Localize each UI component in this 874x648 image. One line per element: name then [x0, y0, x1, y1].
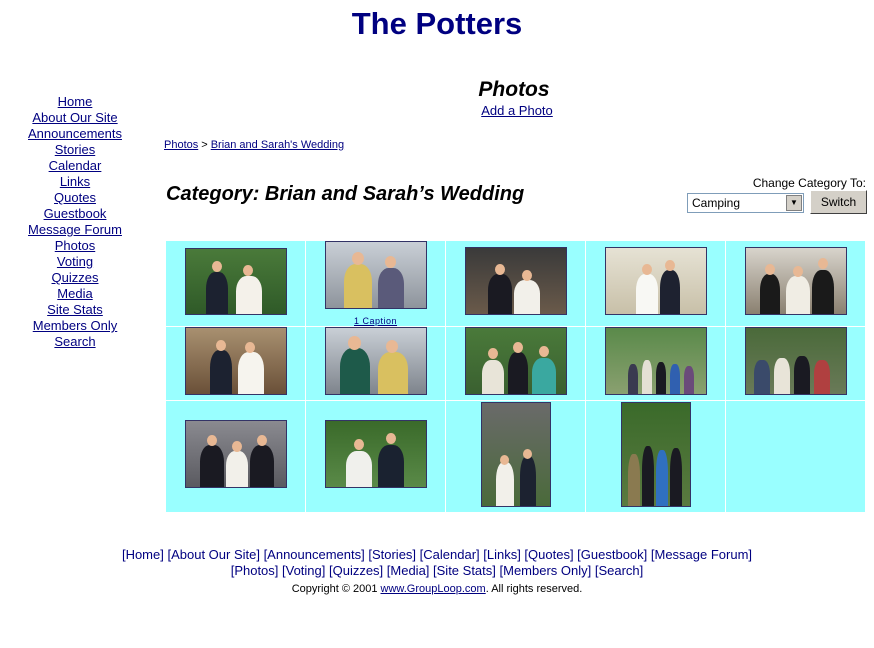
photo-cell [165, 326, 306, 401]
footer-nav-line-2[interactable]: [Photos] [Voting] [Quizzes] [Media] [Sit… [0, 563, 874, 579]
sidebar-item-stories[interactable]: Stories [14, 142, 136, 158]
switch-button[interactable]: Switch [810, 190, 867, 214]
photo-thumbnail[interactable] [744, 247, 847, 315]
category-select[interactable]: Camping ▼ [687, 193, 804, 213]
photo-thumbnail[interactable] [480, 401, 551, 507]
photo-thumbnail[interactable] [464, 247, 567, 315]
photo-cell [305, 326, 446, 401]
sidebar-item-photos[interactable]: Photos [14, 238, 136, 254]
footer-nav: [Home] [About Our Site] [Announcements] … [0, 547, 874, 579]
sidebar-item-site-stats[interactable]: Site Stats [14, 302, 136, 318]
sidebar-item-voting[interactable]: Voting [14, 254, 136, 270]
page-title: Photos [478, 78, 550, 101]
site-title: The Potters [351, 6, 523, 41]
breadcrumb: Photos > Brian and Sarah's Wedding [164, 139, 344, 151]
sidebar-item-guestbook[interactable]: Guestbook [14, 206, 136, 222]
photo-thumbnail[interactable] [184, 327, 287, 395]
breadcrumb-category-link[interactable]: Brian and Sarah's Wedding [211, 139, 344, 151]
photo-cell [445, 400, 586, 513]
sidebar-item-links[interactable]: Links [14, 174, 136, 190]
photo-thumbnail[interactable] [464, 327, 567, 395]
photo-thumbnail[interactable] [744, 327, 847, 395]
photo-thumbnail[interactable] [324, 241, 427, 309]
category-title: Category: Brian and Sarah’s Wedding [166, 183, 525, 205]
photo-cell: 1 Caption [305, 240, 446, 327]
sidebar-item-home[interactable]: Home [14, 94, 136, 110]
sidebar-item-quotes[interactable]: Quotes [14, 190, 136, 206]
photo-thumbnail[interactable] [324, 420, 427, 488]
copyright: Copyright © 2001 www.GroupLoop.com. All … [0, 583, 874, 595]
photo-cell [165, 400, 306, 513]
photo-thumbnail[interactable] [604, 247, 707, 315]
photo-grid: 1 Caption [165, 240, 866, 513]
photo-cell [305, 400, 446, 513]
photo-thumbnail[interactable] [324, 327, 427, 395]
sidebar-item-announcements[interactable]: Announcements [14, 126, 136, 142]
sidebar-item-media[interactable]: Media [14, 286, 136, 302]
copyright-text: Copyright © 2001 [291, 583, 381, 595]
photo-cell [585, 400, 726, 513]
photo-caption-link[interactable]: 1 Caption [306, 316, 445, 326]
breadcrumb-separator: > [201, 139, 208, 151]
photo-cell [725, 326, 866, 401]
photo-cell [725, 240, 866, 327]
photo-cell [165, 240, 306, 327]
sidebar-item-quizzes[interactable]: Quizzes [14, 270, 136, 286]
photo-thumbnail[interactable] [620, 401, 691, 507]
grouploop-link[interactable]: www.GroupLoop.com [381, 583, 486, 595]
chevron-down-icon[interactable]: ▼ [786, 195, 802, 211]
sidebar-nav: Home About Our Site Announcements Storie… [14, 94, 136, 350]
add-photo-link[interactable]: Add a Photo [414, 103, 620, 118]
photo-cell-empty [725, 400, 866, 513]
photo-cell [585, 326, 726, 401]
sidebar-item-members-only[interactable]: Members Only [14, 318, 136, 334]
sidebar-item-message-forum[interactable]: Message Forum [14, 222, 136, 238]
change-category-label: Change Category To: [752, 176, 866, 190]
photo-thumbnail[interactable] [604, 327, 707, 395]
sidebar-item-calendar[interactable]: Calendar [14, 158, 136, 174]
photo-thumbnail[interactable] [184, 420, 287, 488]
photo-cell [585, 240, 726, 327]
category-select-value: Camping [692, 196, 741, 210]
photo-cell [445, 240, 586, 327]
sidebar-item-search[interactable]: Search [14, 334, 136, 350]
footer-nav-line-1[interactable]: [Home] [About Our Site] [Announcements] … [0, 547, 874, 563]
sidebar-item-about[interactable]: About Our Site [14, 110, 136, 126]
copyright-suffix: . All rights reserved. [485, 583, 583, 595]
photo-thumbnail[interactable] [184, 247, 287, 315]
photo-cell [445, 326, 586, 401]
breadcrumb-photos-link[interactable]: Photos [164, 139, 198, 151]
